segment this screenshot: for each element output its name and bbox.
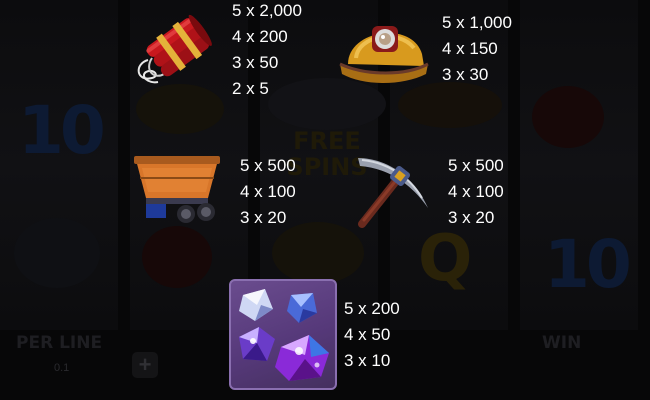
ghost-ten-symbol-right: 10 (544, 226, 632, 303)
payout-line: 5 x 500 (240, 156, 296, 175)
dynamite-icon (130, 10, 216, 90)
payout-line: 2 x 5 (232, 79, 269, 98)
gems-payouts: 5 x 200 4 x 50 3 x 10 (344, 296, 400, 374)
payout-line: 3 x 30 (442, 65, 489, 84)
payout-line: 4 x 100 (448, 182, 504, 201)
payout-line: 3 x 20 (240, 208, 287, 227)
payout-line: 3 x 50 (232, 53, 279, 72)
payout-line: 4 x 200 (232, 27, 288, 46)
ghost-pickaxe (14, 218, 100, 288)
payout-line: 3 x 20 (448, 208, 495, 227)
ghost-dynamite (532, 86, 604, 148)
ghost-helmet-top (136, 84, 224, 134)
ghost-win-label: WIN (542, 333, 582, 353)
payout-line: 5 x 1,000 (442, 13, 512, 32)
ghost-plus-button: + (132, 352, 158, 378)
dynamite-payouts: 5 x 2,000 4 x 200 3 x 50 2 x 5 (232, 0, 302, 102)
pickaxe-icon (352, 152, 434, 230)
ghost-queen-symbol: Q (418, 222, 473, 296)
gems-icon (239, 289, 329, 381)
miner-helmet-icon (336, 14, 432, 86)
payout-line: 5 x 500 (448, 156, 504, 175)
payout-line: 5 x 200 (344, 299, 400, 318)
ghost-cart-top (398, 82, 502, 128)
minecart-payouts: 5 x 500 4 x 100 3 x 20 (240, 153, 296, 231)
payout-line: 5 x 2,000 (232, 1, 302, 20)
ghost-helmet (272, 222, 364, 284)
pickaxe-payouts: 5 x 500 4 x 100 3 x 20 (448, 153, 504, 231)
payout-line: 3 x 10 (344, 351, 391, 370)
ghost-ten-symbol: 10 (18, 92, 106, 169)
minecart-icon (132, 154, 222, 228)
payout-line: 4 x 50 (344, 325, 391, 344)
ghost-bet-value: 0.1 (54, 362, 70, 374)
helmet-payouts: 5 x 1,000 4 x 150 3 x 30 (442, 10, 512, 88)
payout-line: 4 x 150 (442, 39, 498, 58)
ghost-per-line-label: PER LINE (16, 333, 103, 353)
ghost-dynamite-lower (142, 226, 212, 288)
gems-symbol-tile (229, 279, 337, 390)
payout-line: 4 x 100 (240, 182, 296, 201)
ghost-free-text: FREE (293, 127, 361, 155)
